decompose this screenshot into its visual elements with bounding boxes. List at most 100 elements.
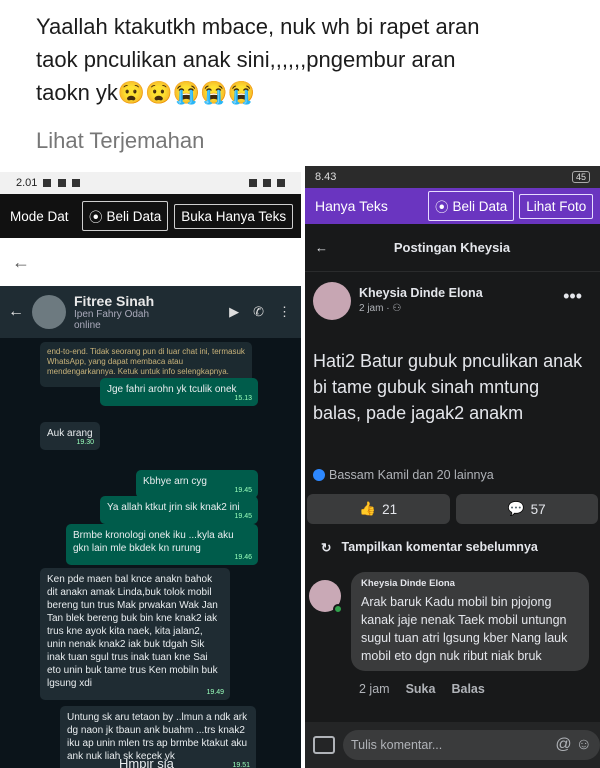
post-actions: 👍 21 💬 57: [305, 488, 600, 530]
chat-actions: ▶ ✆ ⋮: [229, 304, 291, 320]
post-caption: Yaallah ktakutkh mbace, nuk wh bi rapet …: [36, 10, 596, 109]
message-bubble: Hmpir sja: [112, 752, 192, 768]
like-count: 21: [382, 501, 398, 517]
message-text: Hmpir sja: [119, 756, 174, 768]
message-bubble: Brmbe kronologi onek iku ...kyla aku gkn…: [66, 524, 258, 565]
message-bubble: Ken pde maen bal knce anakn bahok dit an…: [40, 568, 230, 700]
buy-data-label: Beli Data: [452, 198, 508, 214]
message-bubble: Ya allah ktkut jrin sik knak2 ini 19.45: [100, 496, 258, 524]
signal-icon: [262, 179, 271, 188]
comment-placeholder: Tulis komentar...: [351, 738, 443, 752]
message-text: Ken pde maen bal knce anakn bahok dit an…: [47, 574, 218, 689]
like-button[interactable]: 👍 21: [307, 494, 450, 524]
post-author-row: Kheysia Dinde Elona 2 jam · ⚇ •••: [305, 272, 600, 328]
comment-button[interactable]: 💬 57: [455, 494, 598, 524]
post-header: ← Postingan Kheysia: [305, 224, 600, 272]
data-mode-toolbar: Mode Dat ⦿ Beli Data Buka Hanya Teks: [0, 194, 301, 238]
status-time: 2.01: [16, 177, 80, 189]
reactions-summary[interactable]: Bassam Kamil dan 20 lainnya: [305, 462, 600, 488]
comment-text: Arak baruk Kadu mobil bin pjojong kanak …: [361, 595, 568, 663]
post-body: Hati2 Batur gubuk pnculikan anak bi tame…: [313, 351, 583, 423]
comment-item: Kheysia Dinde Elona Arak baruk Kadu mobi…: [305, 564, 600, 700]
comment-time: 2 jam: [359, 682, 390, 696]
buy-data-label: Beli Data: [106, 208, 162, 224]
buy-data-button[interactable]: ⦿ Beli Data: [82, 201, 169, 231]
buy-data-button[interactable]: ⦿ Beli Data: [428, 191, 515, 221]
contact-sub: Ipen Fahry Odah: [74, 309, 150, 320]
message-bubble: Jge fahri arohn yk tculik onek 15.13: [100, 378, 258, 406]
reactions-text: Bassam Kamil dan 20 lainnya: [329, 468, 494, 482]
page-title: Postingan Kheysia: [393, 240, 511, 255]
comment-actions: 2 jam Suka Balas: [359, 682, 485, 696]
comment-composer: Tulis komentar... @ ☺: [305, 722, 600, 768]
comment-input[interactable]: Tulis komentar... @ ☺: [343, 730, 600, 760]
message-time: 19.45: [234, 513, 252, 520]
facebook-icon: [57, 179, 66, 188]
chat-area: end-to-end. Tidak seorang pun di luar ch…: [0, 338, 301, 768]
comment-bubble: Kheysia Dinde Elona Arak baruk Kadu mobi…: [351, 572, 589, 671]
message-time: 19.49: [206, 689, 224, 696]
right-screenshot: 8.43 45 Hanya Teks ⦿ Beli Data Lihat Fot…: [305, 166, 600, 768]
post-time: 2 jam · ⚇: [359, 303, 402, 314]
phone-icon[interactable]: ✆: [253, 304, 264, 320]
avatar[interactable]: [313, 282, 351, 320]
back-nav: ←: [0, 238, 301, 286]
emoji-icon[interactable]: ☺: [576, 736, 592, 754]
video-call-icon[interactable]: ▶: [229, 304, 239, 320]
battery-badge: 45: [571, 171, 590, 183]
message-bubble: Kbhye arn cyg 19.45: [136, 470, 258, 498]
message-bubble: Auk arang 19.30: [40, 422, 100, 450]
post-caption-line: Yaallah ktakutkh mbace, nuk wh bi rapet …: [36, 14, 480, 39]
text-only-label: Hanya Teks: [315, 198, 388, 214]
refresh-icon: ↻: [321, 540, 332, 555]
message-text: Jge fahri arohn yk tculik onek: [107, 384, 237, 395]
contact-name: Fitree Sinah: [74, 293, 155, 309]
message-time: 19.46: [234, 554, 252, 561]
comment-icon: 💬: [507, 501, 525, 516]
status-time: 8.43: [315, 171, 337, 183]
mode-data-label: Mode Dat: [10, 208, 69, 224]
message-time: 19.51: [232, 762, 250, 768]
data-icon: ⦿: [435, 200, 449, 215]
wa-back-icon[interactable]: ←: [8, 303, 24, 321]
status-time-text: 2.01: [16, 177, 38, 189]
message-time: 15.13: [234, 395, 252, 402]
show-previous-comments[interactable]: ↻ Tampilkan komentar sebelumnya: [305, 530, 600, 564]
left-screenshot: 2.01 Mode Dat ⦿ Beli Data Buka Hanya Tek…: [0, 172, 301, 768]
thumbs-up-icon: 👍: [359, 501, 377, 516]
status-right-icons: [246, 177, 285, 189]
app-icon: [71, 179, 80, 188]
comment-author[interactable]: Kheysia Dinde Elona: [361, 578, 579, 589]
post-caption-line: taok pnculikan anak sini,,,,,,pngembur a…: [36, 47, 456, 72]
contact-status: online: [74, 320, 101, 331]
alarm-icon: [248, 179, 257, 188]
like-comment-button[interactable]: Suka: [406, 682, 436, 696]
status-bar: 8.43 45: [305, 166, 600, 188]
post-caption-line: taokn yk😧😧😭😭😭: [36, 80, 255, 105]
more-options-icon[interactable]: •••: [563, 286, 582, 307]
comment-count: 57: [530, 501, 546, 517]
data-mode-toolbar: Hanya Teks ⦿ Beli Data Lihat Foto: [305, 188, 600, 224]
more-icon[interactable]: ⋮: [278, 304, 291, 320]
whatsapp-chat-header: ← Fitree Sinah Ipen Fahry Odah online ▶ …: [0, 286, 301, 338]
text-only-button[interactable]: Buka Hanya Teks: [174, 203, 294, 229]
message-text: Ya allah ktkut jrin sik knak2 ini: [107, 502, 240, 513]
see-translation-link[interactable]: Lihat Terjemahan: [36, 128, 204, 154]
message-text: Brmbe kronologi onek iku ...kyla aku gkn…: [73, 530, 234, 554]
like-icon: [313, 469, 325, 481]
show-previous-comments-label: Tampilkan komentar sebelumnya: [341, 540, 538, 554]
back-arrow-icon[interactable]: ←: [12, 252, 30, 273]
camera-icon[interactable]: [313, 736, 335, 754]
message-text: Kbhye arn cyg: [143, 476, 207, 487]
back-arrow-icon[interactable]: ←: [315, 240, 328, 255]
view-photo-button[interactable]: Lihat Foto: [519, 193, 594, 219]
online-indicator: [333, 604, 343, 614]
notification-icon: [43, 179, 52, 188]
data-icon: ⦿: [89, 210, 103, 225]
status-bar: 2.01: [0, 172, 301, 194]
mention-icon[interactable]: @: [555, 736, 571, 754]
reply-button[interactable]: Balas: [451, 682, 484, 696]
avatar[interactable]: [32, 295, 66, 329]
message-time: 19.30: [76, 439, 94, 446]
author-name[interactable]: Kheysia Dinde Elona: [359, 286, 483, 300]
